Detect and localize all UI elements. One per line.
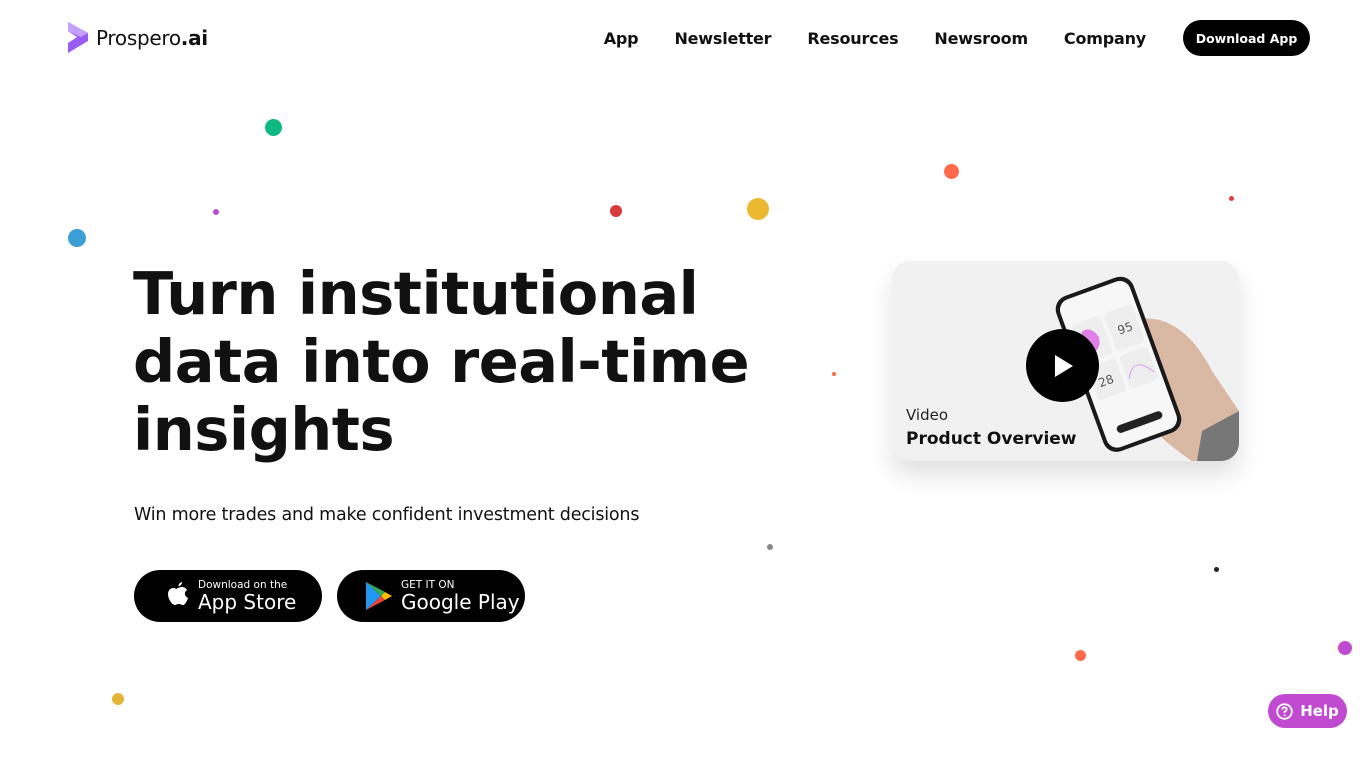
decor-dot xyxy=(68,229,86,247)
brand-name: Prospero.ai xyxy=(96,25,208,50)
app-store-big: App Store xyxy=(198,589,297,614)
app-store-small: Download on the xyxy=(198,578,288,591)
nav-company[interactable]: Company xyxy=(1064,29,1146,48)
apple-icon xyxy=(168,582,188,605)
nav-resources[interactable]: Resources xyxy=(807,29,898,48)
decor-dot xyxy=(1229,196,1234,201)
video-title: Product Overview xyxy=(906,429,1077,449)
main-nav: App Newsletter Resources Newsroom Compan… xyxy=(604,20,1310,56)
nav-app[interactable]: App xyxy=(604,29,639,48)
decor-dot xyxy=(112,693,124,705)
google-play-small: GET IT ON xyxy=(401,578,455,591)
decor-dot xyxy=(213,209,219,215)
product-overview-video[interactable]: 95 28 Video Product Overview xyxy=(892,261,1239,461)
help-button[interactable]: Help xyxy=(1268,694,1347,728)
decor-dot xyxy=(610,205,622,217)
nav-newsletter[interactable]: Newsletter xyxy=(674,29,771,48)
hero-headline: Turn institutional data into real-time i… xyxy=(133,259,750,464)
download-app-button[interactable]: Download App xyxy=(1183,20,1310,56)
decor-dot xyxy=(1075,650,1086,661)
play-button[interactable] xyxy=(1026,329,1099,402)
decor-dot xyxy=(832,372,836,376)
decor-dot xyxy=(1214,567,1219,572)
google-play-button[interactable]: GET IT ON Google Play xyxy=(337,570,525,622)
google-play-icon xyxy=(366,582,392,610)
question-circle-icon xyxy=(1276,702,1293,720)
play-icon xyxy=(1054,354,1073,377)
decor-dot xyxy=(767,544,773,550)
decor-dot xyxy=(747,198,769,220)
decor-dot xyxy=(944,164,959,179)
help-label: Help xyxy=(1300,702,1339,720)
hero-subheadline: Win more trades and make confident inves… xyxy=(134,505,640,525)
video-label: Video xyxy=(906,406,949,424)
logo[interactable]: Prospero.ai xyxy=(67,21,208,54)
prospero-logo-icon xyxy=(68,22,88,53)
app-store-button[interactable]: Download on the App Store xyxy=(134,570,322,622)
decor-dot xyxy=(265,119,282,136)
nav-newsroom[interactable]: Newsroom xyxy=(934,29,1028,48)
decor-dot xyxy=(1338,641,1352,655)
google-play-big: Google Play xyxy=(401,589,520,614)
